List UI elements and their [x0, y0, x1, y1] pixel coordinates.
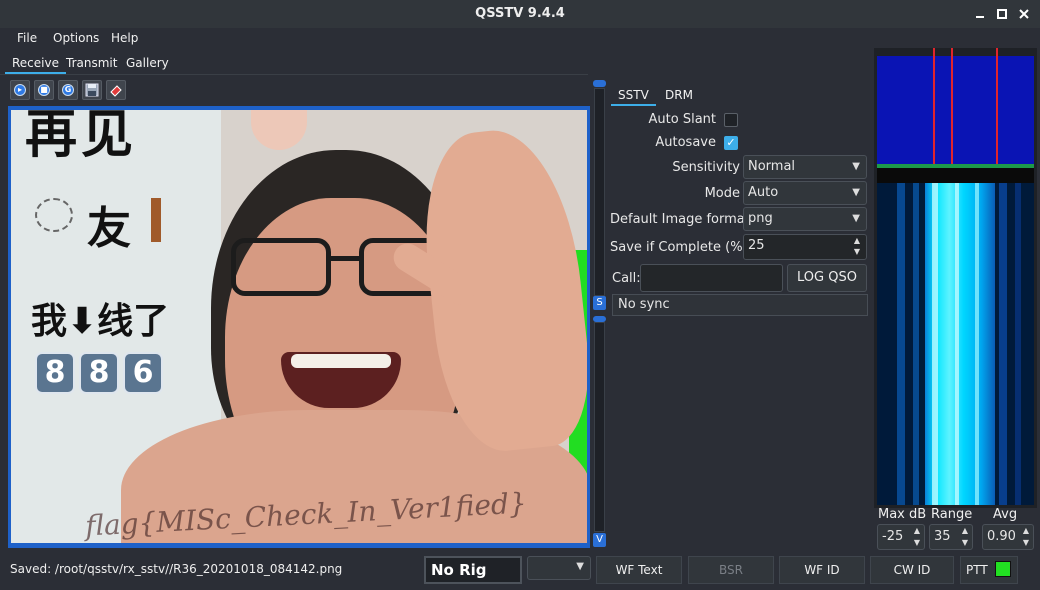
image-format-value: png [748, 211, 773, 226]
sync-slider[interactable]: S V [591, 78, 608, 548]
image-top-text: 再见 [25, 110, 138, 165]
title-bar: QSSTV 9.4.4 [0, 0, 1040, 28]
max-db-value: -25 [882, 529, 904, 544]
mode-label: Mode [704, 186, 740, 201]
digit-key: 8 [35, 352, 75, 394]
close-icon[interactable] [1016, 6, 1032, 22]
bsr-button[interactable]: BSR [688, 556, 774, 584]
max-db-label: Max dB [878, 507, 927, 522]
marker-line [996, 48, 998, 176]
web-icon [35, 198, 73, 232]
stop-icon: ■ [38, 84, 50, 96]
chevron-down-icon: ▼ [852, 161, 860, 172]
chevron-down-icon: ▼ [852, 213, 860, 224]
image-friend-text: 友 [87, 203, 131, 254]
autosave-label: Autosave [655, 135, 716, 150]
menu-help[interactable]: Help [111, 31, 138, 45]
floppy-icon [85, 83, 99, 97]
refresh-icon: G [62, 84, 74, 96]
eraser-icon [110, 85, 122, 97]
range-value: 35 [934, 529, 951, 544]
avg-value: 0.90 [987, 529, 1016, 544]
avg-label: Avg [993, 507, 1018, 522]
spectrum-display[interactable] [877, 48, 1034, 176]
spin-arrows-icon[interactable]: ▲ ▼ [912, 525, 922, 549]
menu-bar: File Options Help [0, 28, 1040, 50]
rig-select[interactable]: ▼ [527, 556, 591, 580]
sync-status: No sync [612, 294, 868, 316]
glasses-left [231, 238, 331, 296]
spin-arrows-icon[interactable]: ▲ ▼ [1021, 525, 1031, 549]
play-icon: ▸ [14, 84, 26, 96]
start-button[interactable]: ▸ [10, 80, 30, 100]
received-image: 再见 友 我⬇线了 8 8 6 flag{MISc_Check_In_Ver1f… [11, 110, 587, 543]
tab-sstv[interactable]: SSTV [611, 86, 656, 106]
slider-handle-v[interactable]: V [593, 533, 606, 547]
slider-handle-s[interactable]: S [593, 296, 606, 310]
resync-button[interactable]: G [58, 80, 78, 100]
sstv-settings-panel: Auto Slant Autosave ✓ Sensitivity Normal… [610, 107, 872, 317]
max-db-spinbox[interactable]: -25 ▲ ▼ [877, 524, 925, 550]
call-input[interactable] [640, 264, 783, 292]
erase-button[interactable] [106, 80, 126, 100]
call-label: Call: [612, 271, 641, 286]
chevron-down-icon: ▼ [852, 187, 860, 198]
wf-text-button[interactable]: WF Text [596, 556, 682, 584]
range-label: Range [931, 507, 973, 522]
tab-divider [0, 74, 588, 75]
tab-drm[interactable]: DRM [658, 86, 700, 106]
chevron-down-icon: ▼ [576, 561, 584, 572]
sensitivity-label: Sensitivity [672, 160, 740, 175]
menu-options[interactable]: Options [53, 31, 99, 45]
minimize-icon[interactable] [972, 6, 988, 22]
ptt-label: PTT [966, 563, 988, 577]
log-qso-button[interactable]: LOG QSO [787, 264, 867, 292]
menu-file[interactable]: File [17, 31, 37, 45]
save-complete-value: 25 [748, 238, 765, 253]
maximize-icon[interactable] [994, 6, 1010, 22]
image-format-select[interactable]: png ▼ [743, 207, 867, 231]
image-offline-text: 我⬇线了 [31, 301, 170, 342]
ptt-indicator [995, 561, 1011, 577]
avg-spinbox[interactable]: 0.90 ▲ ▼ [982, 524, 1034, 550]
wf-id-button[interactable]: WF ID [779, 556, 865, 584]
sensitivity-value: Normal [748, 159, 796, 174]
image-format-label: Default Image format [610, 212, 750, 227]
tab-transmit[interactable]: Transmit [59, 54, 124, 74]
digit-key: 6 [123, 352, 163, 394]
marker-line [951, 48, 953, 176]
spin-arrows-icon[interactable]: ▲ ▼ [960, 525, 970, 549]
saved-status: Saved: /root/qsstv/rx_sstv//R36_20201018… [10, 562, 343, 576]
waterfall-display[interactable] [877, 183, 1034, 505]
autosave-checkbox[interactable]: ✓ [724, 136, 738, 150]
receive-toolbar: ▸ ■ G [8, 78, 588, 104]
tab-receive[interactable]: Receive [5, 54, 66, 74]
tab-gallery[interactable]: Gallery [119, 54, 176, 74]
sensitivity-select[interactable]: Normal ▼ [743, 155, 867, 179]
range-spinbox[interactable]: 35 ▲ ▼ [929, 524, 973, 550]
spin-arrows-icon[interactable]: ▲ ▼ [854, 235, 860, 257]
save-button[interactable] [82, 80, 102, 100]
digit-keys: 8 8 6 [35, 352, 163, 394]
auto-slant-label: Auto Slant [648, 112, 716, 127]
mode-value: Auto [748, 185, 779, 200]
window-title: QSSTV 9.4.4 [475, 6, 565, 21]
marker-line [933, 48, 935, 176]
save-complete-spinbox[interactable]: 25 ▲ ▼ [743, 234, 867, 260]
cw-id-button[interactable]: CW ID [870, 556, 954, 584]
auto-slant-checkbox[interactable] [724, 113, 738, 127]
rig-status: No Rig [424, 556, 522, 584]
stop-button[interactable]: ■ [34, 80, 54, 100]
digit-key: 8 [79, 352, 119, 394]
mode-select[interactable]: Auto ▼ [743, 181, 867, 205]
save-complete-label: Save if Complete (%) [610, 240, 748, 255]
